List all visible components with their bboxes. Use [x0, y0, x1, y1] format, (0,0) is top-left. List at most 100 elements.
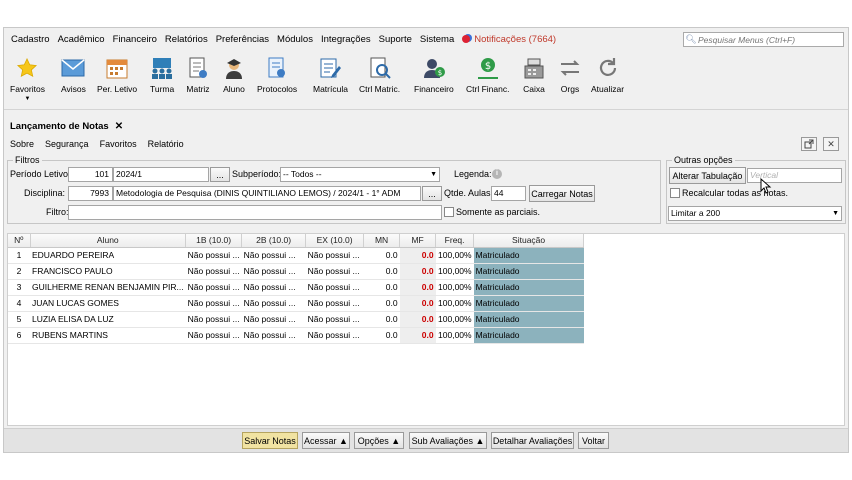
cell-situacao[interactable]: Matriculado	[473, 279, 584, 296]
cell-situacao[interactable]: Matriculado	[473, 263, 584, 280]
menu-relatorios[interactable]: Relatórios	[165, 34, 208, 45]
cell-numero[interactable]: 6	[8, 327, 30, 344]
cell-numero[interactable]: 5	[8, 311, 30, 328]
col-header-mf[interactable]: MF	[399, 234, 437, 248]
cell-numero[interactable]: 1	[8, 247, 30, 264]
menu-academico[interactable]: Acadêmico	[58, 34, 105, 45]
salvar-notas-button[interactable]: Salvar Notas	[242, 432, 298, 449]
disciplina-lookup-button[interactable]: ...	[422, 186, 442, 201]
cell-2b[interactable]: Não possui ...	[241, 263, 306, 280]
limitar-select[interactable]: Limitar a 200 ▼	[668, 206, 842, 221]
cell-ex[interactable]: Não possui ...	[305, 327, 364, 344]
periodo-code-field[interactable]: 101	[68, 167, 113, 182]
cell-1b[interactable]: Não possui ...	[185, 311, 242, 328]
cell-mf[interactable]: 0.0	[399, 311, 436, 328]
filtro-field[interactable]	[68, 205, 442, 220]
cell-1b[interactable]: Não possui ...	[185, 327, 242, 344]
cell-2b[interactable]: Não possui ...	[241, 279, 306, 296]
col-header-numero[interactable]: Nº	[8, 234, 31, 248]
info-icon[interactable]: i	[492, 169, 502, 179]
cell-aluno[interactable]: LUZIA ELISA DA LUZ	[30, 311, 186, 328]
col-header-aluno[interactable]: Aluno	[30, 234, 187, 248]
col-header-2b[interactable]: 2B (10.0)	[241, 234, 307, 248]
cell-situacao[interactable]: Matriculado	[473, 295, 584, 312]
popout-icon[interactable]	[801, 137, 817, 151]
cell-aluno[interactable]: FRANCISCO PAULO	[30, 263, 186, 280]
col-header-freq[interactable]: Freq.	[435, 234, 475, 248]
cell-freq[interactable]: 100,00%	[435, 247, 474, 264]
toolbar-ctrl-financ[interactable]: $ Ctrl Financ.	[466, 56, 509, 94]
disciplina-field[interactable]: Metodologia de Pesquisa (DINIS QUINTILIA…	[113, 186, 421, 201]
cell-situacao[interactable]: Matriculado	[473, 327, 584, 344]
menu-financeiro[interactable]: Financeiro	[113, 34, 157, 45]
cell-mn[interactable]: 0.0	[363, 295, 400, 312]
cell-freq[interactable]: 100,00%	[435, 263, 474, 280]
cell-mf[interactable]: 0.0	[399, 295, 436, 312]
cell-mn[interactable]: 0.0	[363, 327, 400, 344]
toolbar-matricula[interactable]: Matrícula	[313, 56, 348, 94]
col-header-situacao[interactable]: Situação	[473, 234, 585, 248]
toolbar-favoritos[interactable]: Favoritos ▼	[10, 56, 45, 102]
qtde-aulas-field[interactable]: 44	[491, 186, 526, 201]
parciais-checkbox[interactable]	[444, 207, 454, 217]
toolbar-matriz[interactable]: Matriz	[186, 56, 210, 94]
acessar-button[interactable]: Acessar ▲	[302, 432, 350, 449]
cell-mf[interactable]: 0.0	[399, 327, 436, 344]
submenu-relatorio[interactable]: Relatório	[148, 139, 184, 149]
periodo-field[interactable]: 2024/1	[113, 167, 209, 182]
cell-freq[interactable]: 100,00%	[435, 311, 474, 328]
table-row[interactable]: 2 FRANCISCO PAULO Não possui ... Não possui…	[8, 263, 584, 280]
cell-numero[interactable]: 2	[8, 263, 30, 280]
toolbar-atualizar[interactable]: Atualizar	[591, 56, 624, 94]
menu-cadastro[interactable]: Cadastro	[11, 34, 50, 45]
menu-search[interactable]: 🔍︎	[683, 32, 844, 47]
detalhar-avaliacoes-button[interactable]: Detalhar Avaliações	[491, 432, 574, 449]
submenu-seguranca[interactable]: Segurança	[45, 139, 89, 149]
toolbar-avisos[interactable]: Avisos	[61, 56, 86, 94]
cell-aluno[interactable]: RUBENS MARTINS	[30, 327, 186, 344]
cell-situacao[interactable]: Matriculado	[473, 247, 584, 264]
cell-aluno[interactable]: EDUARDO PEREIRA	[30, 247, 186, 264]
cell-situacao[interactable]: Matriculado	[473, 311, 584, 328]
cell-1b[interactable]: Não possui ...	[185, 295, 242, 312]
menu-preferencias[interactable]: Preferências	[216, 34, 269, 45]
disciplina-code-field[interactable]: 7993	[68, 186, 113, 201]
cell-mf[interactable]: 0.0	[399, 279, 436, 296]
periodo-lookup-button[interactable]: ...	[210, 167, 230, 182]
table-row[interactable]: 5 LUZIA ELISA DA LUZ Não possui ... Não pos…	[8, 311, 584, 328]
cell-mf[interactable]: 0.0	[399, 263, 436, 280]
cell-mn[interactable]: 0.0	[363, 247, 400, 264]
cell-freq[interactable]: 100,00%	[435, 327, 474, 344]
cell-2b[interactable]: Não possui ...	[241, 311, 306, 328]
cell-mn[interactable]: 0.0	[363, 311, 400, 328]
close-icon[interactable]: ✕	[115, 121, 123, 132]
cell-2b[interactable]: Não possui ...	[241, 327, 306, 344]
col-header-1b[interactable]: 1B (10.0)	[185, 234, 243, 248]
cell-1b[interactable]: Não possui ...	[185, 247, 242, 264]
menu-search-input[interactable]	[698, 34, 838, 45]
submenu-sobre[interactable]: Sobre	[10, 139, 34, 149]
cell-mn[interactable]: 0.0	[363, 279, 400, 296]
cell-ex[interactable]: Não possui ...	[305, 295, 364, 312]
cell-freq[interactable]: 100,00%	[435, 279, 474, 296]
close-window-icon[interactable]: ✕	[823, 137, 839, 151]
cell-2b[interactable]: Não possui ...	[241, 295, 306, 312]
table-row[interactable]: 1 EDUARDO PEREIRA Não possui ... Não possui…	[8, 247, 584, 264]
notifications-menu[interactable]: Notificações (7664)	[462, 34, 556, 45]
toolbar-protocolos[interactable]: Protocolos	[257, 56, 297, 94]
cell-ex[interactable]: Não possui ...	[305, 263, 364, 280]
toolbar-turma[interactable]: Turma	[150, 56, 174, 94]
recalcular-checkbox[interactable]	[670, 188, 680, 198]
submenu-favoritos[interactable]: Favoritos	[100, 139, 137, 149]
toolbar-caixa[interactable]: Caixa	[522, 56, 546, 94]
menu-suporte[interactable]: Suporte	[379, 34, 412, 45]
menu-modulos[interactable]: Módulos	[277, 34, 313, 45]
cell-aluno[interactable]: JUAN LUCAS GOMES	[30, 295, 186, 312]
voltar-button[interactable]: Voltar	[578, 432, 609, 449]
cell-numero[interactable]: 3	[8, 279, 30, 296]
table-row[interactable]: 3 GUILHERME RENAN BENJAMIN PIR... Não poss…	[8, 279, 584, 296]
alterar-tabulacao-button[interactable]: Alterar Tabulação	[669, 167, 746, 184]
col-header-mn[interactable]: MN	[363, 234, 401, 248]
toolbar-orgs[interactable]: Orgs	[558, 56, 582, 94]
cell-freq[interactable]: 100,00%	[435, 295, 474, 312]
